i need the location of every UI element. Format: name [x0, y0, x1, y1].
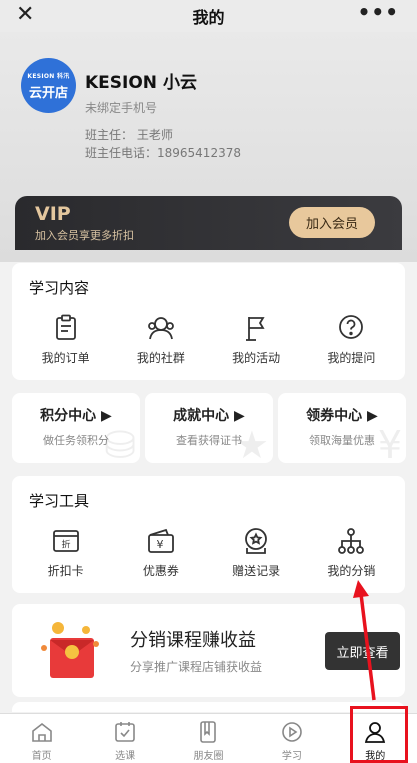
tab-home-label: 首页 — [31, 751, 52, 762]
play-learn-icon — [282, 722, 302, 742]
more-icon[interactable]: ••• — [358, 0, 399, 24]
distribution-promo-card: 分销课程赚收益 分享推广课程店铺获收益 立即查看 — [12, 604, 405, 697]
page-title: 我的 — [192, 8, 225, 27]
discount-card-label: 折扣卡 — [47, 564, 84, 578]
avatar[interactable]: KESION 科汛 云开店 — [21, 58, 76, 113]
distribution-icon — [338, 528, 365, 554]
class-teacher-phone: 班主任电话：18965412378 — [85, 146, 241, 160]
points-center-subtitle: 做任务领积分 — [43, 434, 109, 447]
points-center-card[interactable]: ⛁ 积分中心 ▶ 做任务领积分 — [12, 393, 140, 463]
tab-course-select-label: 选课 — [115, 751, 136, 762]
title-bar: ✕ 我的 ••• — [0, 0, 417, 32]
red-envelope-icon — [41, 622, 99, 678]
achievement-center-card[interactable]: ★ 成就中心 ▶ 查看获得证书 — [145, 393, 273, 463]
my-questions-item[interactable]: 我的提问 — [311, 313, 391, 366]
my-activity-label: 我的活动 — [232, 351, 281, 365]
gift-record-label: 赠送记录 — [232, 564, 281, 578]
gift-record-icon — [245, 528, 268, 554]
next-card-edge — [12, 702, 405, 712]
highlight-box-mine-tab — [350, 706, 408, 763]
gift-record-item[interactable]: 赠送记录 — [216, 526, 296, 579]
discount-glyph: 折 — [61, 539, 70, 551]
avatar-brand: KESION 科汛 — [27, 72, 70, 80]
moments-icon — [200, 721, 217, 743]
learning-content-title: 学习内容 — [29, 279, 90, 297]
my-community-label: 我的社群 — [136, 351, 185, 365]
tab-moments[interactable]: 朋友圈 — [167, 714, 250, 763]
my-distribution-item[interactable]: 我的分销 — [311, 526, 391, 579]
tab-home[interactable]: 首页 — [0, 714, 83, 763]
tab-moments-label: 朋友圈 — [193, 751, 224, 762]
activity-flag-icon — [246, 317, 265, 341]
learning-tools-title: 学习工具 — [29, 492, 90, 510]
coupon-glyph: ¥ — [156, 538, 163, 551]
community-icon — [147, 317, 174, 340]
my-orders-label: 我的订单 — [41, 351, 90, 365]
order-icon — [55, 314, 76, 340]
question-icon — [339, 315, 364, 339]
view-now-button[interactable]: 立即查看 — [325, 632, 400, 670]
coupon-center-card[interactable]: ¥ 领券中心 ▶ 领取海量优惠 — [278, 393, 406, 463]
achievement-center-title: 成就中心 ▶ — [173, 408, 245, 424]
tab-learn-label: 学习 — [281, 751, 302, 762]
avatar-name: 云开店 — [28, 85, 68, 101]
learning-tools-card: 学习工具 折 折扣卡 ¥ 优惠券 赠送记录 我的分销 — [12, 476, 405, 593]
course-select-icon — [115, 722, 135, 742]
learning-content-card: 学习内容 我的订单 我的社群 我的活动 我的提问 — [12, 263, 405, 380]
home-icon — [31, 722, 52, 742]
achievement-center-subtitle: 查看获得证书 — [176, 434, 242, 447]
promo-subtitle: 分享推广课程店铺获收益 — [130, 660, 263, 674]
my-orders-item[interactable]: 我的订单 — [26, 313, 106, 366]
coupon-center-title: 领券中心 ▶ — [306, 408, 378, 424]
promo-title: 分销课程赚收益 — [130, 630, 256, 651]
tab-course-select[interactable]: 选课 — [83, 714, 166, 763]
my-questions-label: 我的提问 — [327, 351, 376, 365]
vip-subtitle: 加入会员享更多折扣 — [35, 229, 134, 242]
discount-card-icon: 折 — [52, 530, 79, 552]
my-distribution-label: 我的分销 — [327, 564, 376, 578]
phone-binding-status[interactable]: 未绑定手机号 — [85, 99, 157, 116]
discount-card-item[interactable]: 折 折扣卡 — [26, 526, 106, 579]
vip-title: VIP — [35, 203, 71, 225]
close-icon[interactable]: ✕ — [16, 2, 34, 27]
tab-learn[interactable]: 学习 — [250, 714, 333, 763]
points-center-title: 积分中心 ▶ — [40, 408, 112, 424]
my-community-item[interactable]: 我的社群 — [121, 313, 201, 366]
coupon-label: 优惠券 — [142, 564, 179, 578]
vip-banner: VIP 加入会员享更多折扣 加入会员 — [15, 196, 402, 250]
coupon-item[interactable]: ¥ 优惠券 — [121, 526, 201, 579]
user-name: KESION 小云 — [85, 73, 197, 93]
coupon-wallet-icon: ¥ — [147, 528, 174, 553]
class-teacher: 班主任： 王老师 — [85, 128, 173, 142]
join-member-button[interactable]: 加入会员 — [289, 207, 375, 238]
coupon-center-subtitle: 领取海量优惠 — [309, 434, 375, 447]
my-activity-item[interactable]: 我的活动 — [216, 313, 296, 366]
